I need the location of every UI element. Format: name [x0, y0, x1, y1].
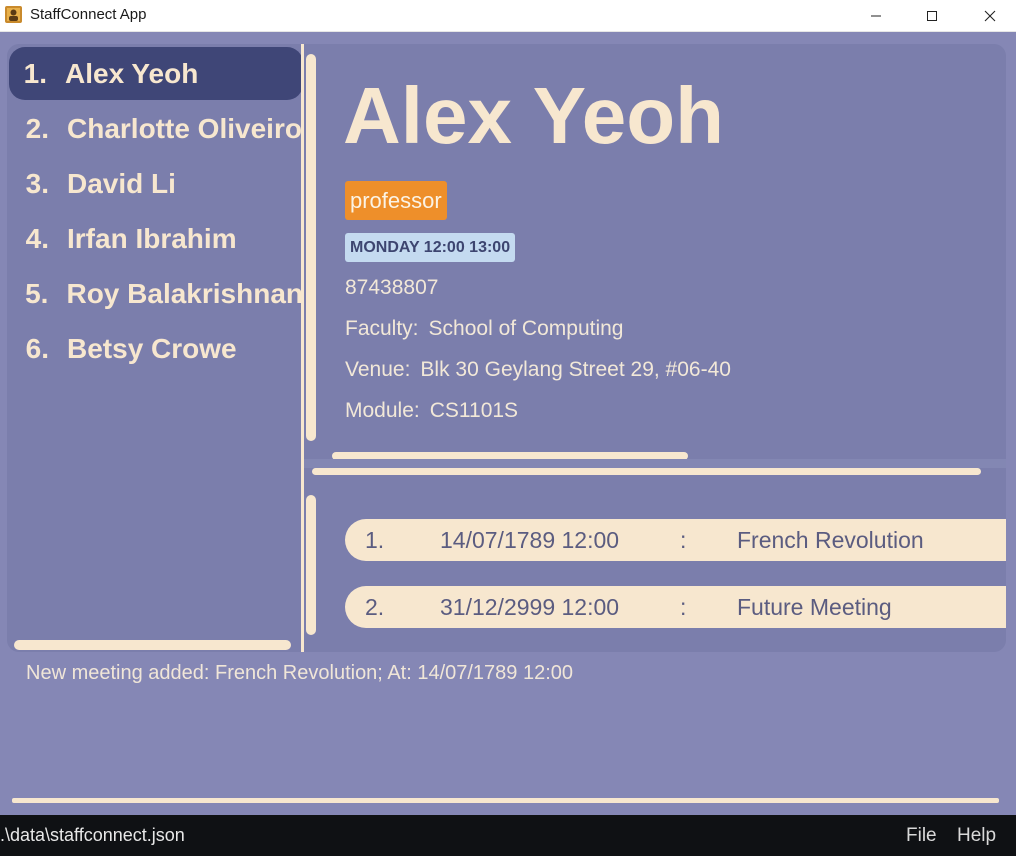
module-field: Module: CS1101S [345, 399, 518, 423]
meeting-description: French Revolution [737, 527, 924, 553]
meeting-separator: : [680, 594, 687, 620]
meeting-index: 1. [365, 527, 385, 553]
result-horizontal-scrollbar[interactable] [12, 798, 999, 803]
role-tag: professor [345, 181, 447, 220]
faculty-field: Faculty: School of Computing [345, 317, 623, 341]
staff-index: 3. [25, 167, 49, 199]
module-label: Module: [345, 399, 420, 422]
availability-tag: MONDAY 12:00 13:00 [345, 233, 516, 262]
meeting-index: 2. [365, 594, 385, 620]
staff-index: 2. [25, 112, 49, 144]
venue-field: Venue: Blk 30 Geylang Street 29, #06-40 [345, 358, 731, 382]
help-menu[interactable]: Help [957, 825, 996, 847]
staff-name: David Li [67, 167, 176, 199]
venue-label: Venue: [345, 358, 411, 381]
staff-list-item[interactable]: 3. David Li [9, 157, 302, 210]
staff-list-horizontal-scrollbar[interactable] [14, 640, 291, 650]
maximize-icon [926, 10, 938, 22]
faculty-value: School of Computing [428, 317, 624, 340]
staff-name: Betsy Crowe [67, 332, 237, 364]
meeting-item[interactable]: 2. 31/12/2999 12:00 : Future Meeting [345, 586, 1006, 628]
meeting-item[interactable]: 1. 14/07/1789 12:00 : French Revolution [345, 519, 1006, 561]
phone-field: 87438807 [345, 276, 438, 300]
staff-list-item[interactable]: 5. Roy Balakrishnan [9, 267, 302, 320]
staff-list-item[interactable]: 1. Alex Yeoh [9, 47, 302, 100]
staff-list-item[interactable]: 6. Betsy Crowe [9, 322, 302, 375]
window-title: StaffConnect App [30, 6, 147, 23]
save-location: .\data\staffconnect.json [0, 825, 185, 845]
module-value: CS1101S [429, 399, 519, 422]
staff-index: 1. [23, 57, 47, 89]
title-bar: StaffConnect App [0, 0, 1016, 32]
staff-index: 6. [25, 332, 49, 364]
minimize-button[interactable] [847, 0, 905, 31]
meeting-datetime: 31/12/2999 12:00 [440, 594, 620, 620]
meetings-vertical-scrollbar[interactable] [306, 495, 316, 635]
file-menu[interactable]: File [906, 825, 937, 847]
close-icon [984, 10, 996, 22]
staff-list-item[interactable]: 4. Irfan Ibrahim [9, 212, 302, 265]
staff-list-item[interactable]: 2. Charlotte Oliveiro [9, 102, 302, 155]
details-divider [304, 459, 1006, 468]
staff-name: Charlotte Oliveiro [67, 112, 302, 144]
minimize-icon [870, 10, 882, 22]
staff-list[interactable]: 1. Alex Yeoh 2. Charlotte Oliveiro 3. Da… [7, 44, 302, 652]
staff-name: Alex Yeoh [65, 57, 199, 89]
app-icon [5, 6, 22, 23]
staff-name: Irfan Ibrahim [67, 222, 237, 254]
meeting-separator: : [680, 527, 687, 553]
phone-value: 87438807 [345, 276, 439, 299]
close-button[interactable] [961, 0, 1016, 31]
meeting-datetime: 14/07/1789 12:00 [440, 527, 620, 553]
status-bar: .\data\staffconnect.json File Help [0, 815, 1016, 856]
faculty-label: Faculty: [345, 317, 419, 340]
details-vertical-scrollbar[interactable] [306, 54, 316, 441]
staff-index: 4. [25, 222, 49, 254]
maximize-button[interactable] [903, 0, 961, 31]
panel-splitter[interactable] [301, 44, 304, 652]
detail-name: Alex Yeoh [343, 71, 724, 160]
result-display: New meeting added: French Revolution; At… [26, 662, 574, 684]
meeting-description: Future Meeting [737, 594, 892, 620]
meetings-horizontal-scrollbar[interactable] [312, 468, 981, 475]
staff-index: 5. [25, 277, 49, 309]
staff-name: Roy Balakrishnan [66, 277, 302, 309]
venue-value: Blk 30 Geylang Street 29, #06-40 [420, 358, 731, 381]
